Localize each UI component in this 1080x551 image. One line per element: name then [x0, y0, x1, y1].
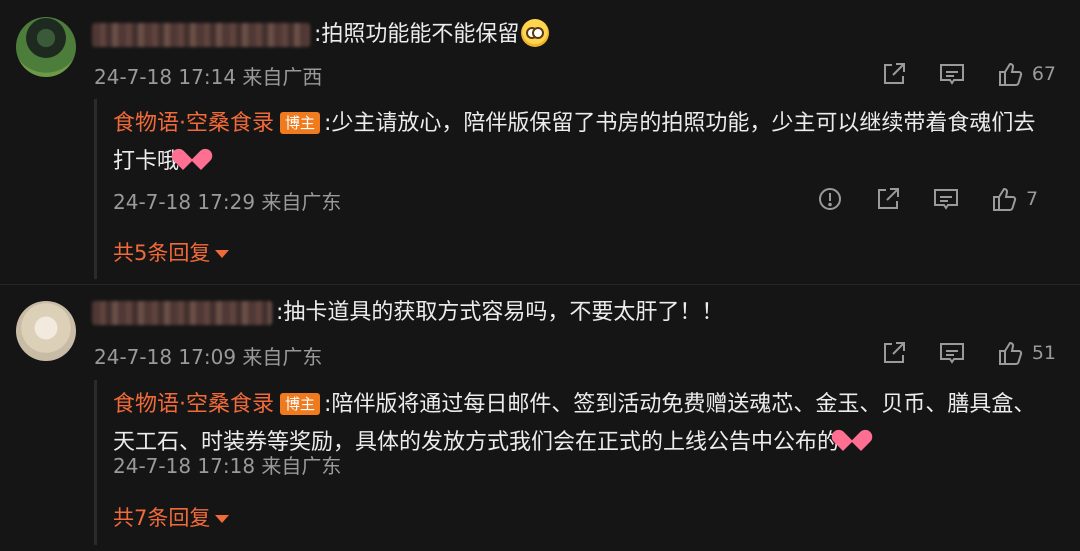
comment-text: :拍照功能能不能保留	[314, 19, 550, 49]
more-replies-link[interactable]: 共5条回复	[113, 237, 230, 267]
blogger-badge: 博主	[280, 112, 321, 134]
like-count: 67	[1031, 63, 1056, 85]
share-icon	[883, 63, 905, 84]
reply-actions: 7	[816, 185, 1050, 213]
avatar[interactable]	[16, 17, 76, 77]
comment-icon	[934, 189, 958, 210]
like-button[interactable]: 51	[996, 339, 1056, 367]
share-icon	[878, 188, 899, 209]
reply-timestamp: 24-7-18 17:18 来自广东	[113, 454, 342, 478]
reply-timestamp: 24-7-18 17:29 来自广东	[113, 190, 342, 214]
comment-icon	[939, 64, 964, 85]
blogger-badge: 博主	[280, 393, 321, 415]
blurred-username[interactable]	[92, 301, 272, 325]
report-icon	[819, 188, 841, 210]
comment-timestamp: 24-7-18 17:09 来自广东	[94, 345, 323, 369]
share-button[interactable]	[880, 339, 908, 367]
comment-text-content: :拍照功能能不能保留	[314, 22, 520, 47]
comment-actions: 67	[880, 60, 1056, 88]
like-button[interactable]: 67	[996, 60, 1056, 88]
like-count: 51	[1031, 342, 1056, 364]
more-replies-link[interactable]: 共7条回复	[113, 502, 230, 532]
flushed-face-emoji-icon	[521, 19, 550, 47]
comment-actions: 51	[880, 339, 1056, 367]
thumbs-up-icon	[998, 341, 1022, 365]
comment-button[interactable]	[932, 185, 960, 213]
share-button[interactable]	[874, 185, 902, 213]
reply-text: 食物语·空桑食录 博主:少主请放心，陪伴版保留了书房的拍照功能，少主可以继续带着食…	[113, 105, 1043, 181]
comment-item: :抽卡道具的获取方式容易吗，不要太肝了！！ 24-7-18 17:09 来自广东…	[0, 285, 1080, 551]
avatar[interactable]	[16, 301, 76, 361]
comment-button[interactable]	[938, 60, 966, 88]
comment-text: :抽卡道具的获取方式容易吗，不要太肝了！！	[276, 299, 723, 327]
comment-icon	[939, 343, 964, 364]
comment-text-content: :抽卡道具的获取方式容易吗，不要太肝了！！	[276, 300, 724, 325]
comment-button[interactable]	[938, 339, 966, 367]
comment-timestamp: 24-7-18 17:14 来自广西	[94, 65, 323, 89]
blurred-username[interactable]	[92, 23, 310, 47]
more-replies-label: 共5条回复	[113, 241, 211, 265]
thumbs-up-icon	[993, 187, 1017, 211]
reply-author[interactable]: 食物语·空桑食录	[113, 111, 274, 136]
caret-down-icon	[215, 514, 230, 523]
share-icon	[883, 342, 905, 363]
reply-author[interactable]: 食物语·空桑食录	[113, 392, 274, 417]
reply-block: 食物语·空桑食录 博主:少主请放心，陪伴版保留了书房的拍照功能，少主可以继续带着食…	[94, 99, 1056, 279]
like-count: 7	[1026, 188, 1039, 210]
share-button[interactable]	[880, 60, 908, 88]
heart-emoji-icon	[179, 150, 205, 172]
thumbs-up-icon	[998, 62, 1022, 86]
report-button[interactable]	[816, 185, 844, 213]
like-button[interactable]: 7	[990, 185, 1050, 213]
more-replies-label: 共7条回复	[113, 506, 211, 530]
caret-down-icon	[215, 249, 230, 258]
heart-emoji-icon	[839, 431, 865, 453]
comment-item: :拍照功能能不能保留 24-7-18 17:14 来自广西 67 食物语·空桑食…	[0, 0, 1080, 285]
reply-block: 食物语·空桑食录 博主:陪伴版将通过每日邮件、签到活动免费赠送魂芯、金玉、贝币、膳…	[94, 380, 1056, 545]
